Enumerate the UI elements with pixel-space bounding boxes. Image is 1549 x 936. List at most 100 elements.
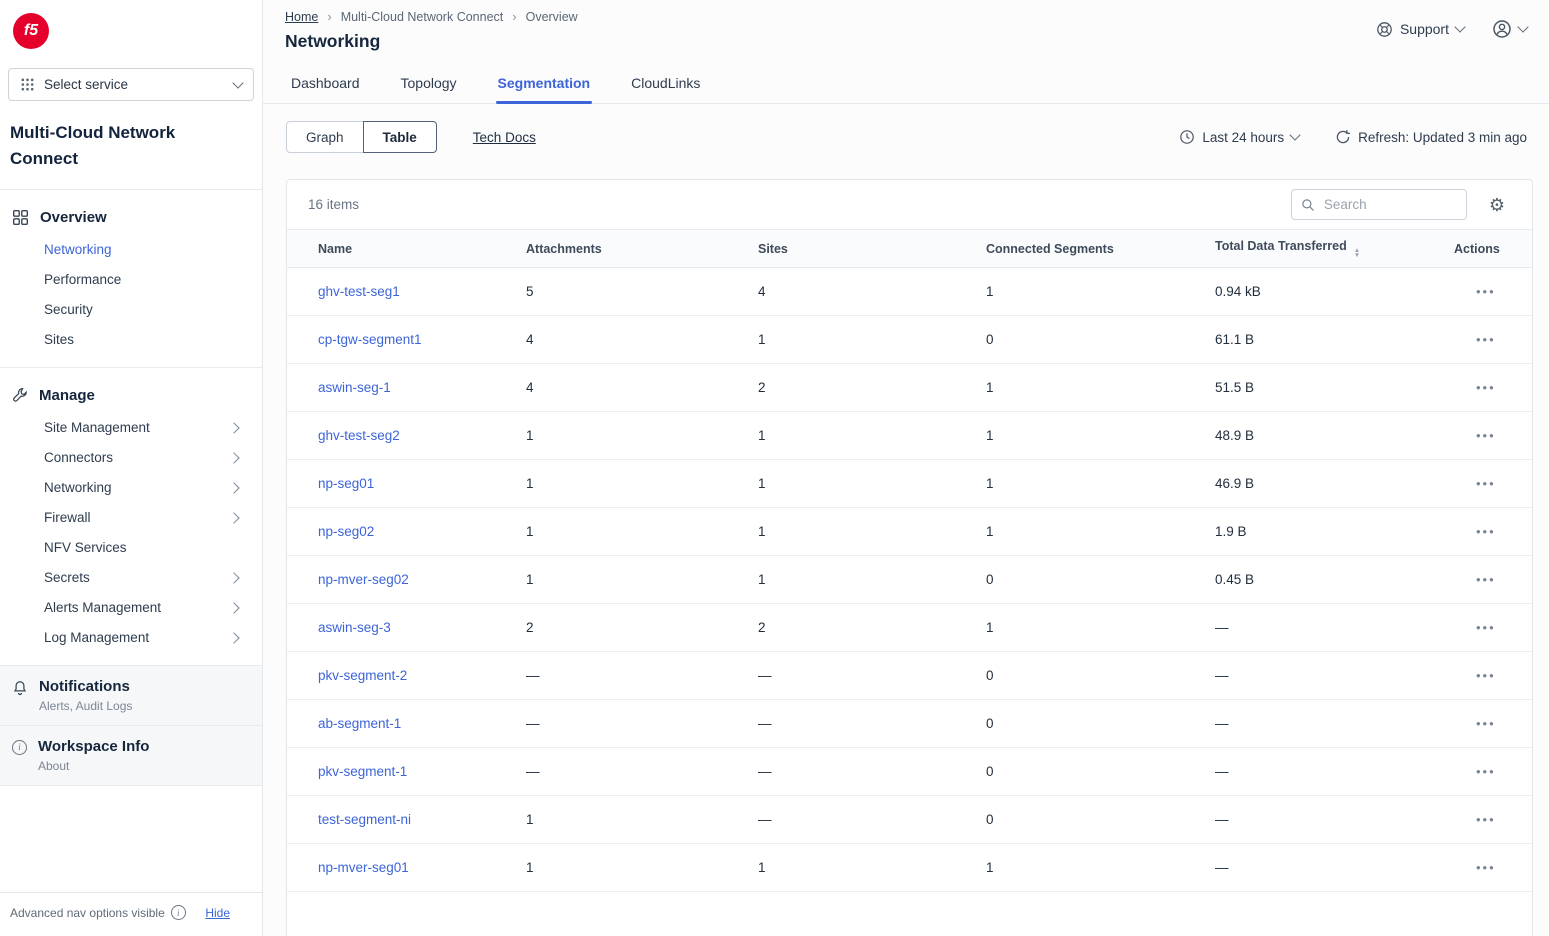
sidebar-item-overview[interactable]: Overview [0,198,262,235]
table-row: pkv-segment-1 — — 0 — ••• [287,748,1532,796]
sidebar-item-nfv-services[interactable]: NFV Services [0,533,262,563]
tab-segmentation[interactable]: Segmentation [496,65,593,103]
total-data-cell: — [1215,652,1454,700]
breadcrumb-item-home[interactable]: Home [285,10,318,24]
column-header-label: Connected Segments [986,242,1114,256]
view-toggle-graph[interactable]: Graph [286,121,364,153]
search-input[interactable] [1322,196,1457,213]
row-actions-button[interactable]: ••• [1476,428,1496,443]
row-actions-button[interactable]: ••• [1476,812,1496,827]
bell-icon [12,680,28,696]
attachments-cell: — [526,700,758,748]
attachments-cell: 1 [526,844,758,892]
sidebar-item-security[interactable]: Security [0,295,262,325]
total-data-cell: — [1215,844,1454,892]
account-menu[interactable] [1492,19,1527,39]
segment-name-link[interactable]: np-seg01 [318,476,374,491]
table-row: ab-segment-1 — — 0 — ••• [287,700,1532,748]
table-row: test-segment-ni 1 — 0 — ••• [287,796,1532,844]
search-icon [1301,198,1315,212]
sidebar-item-manage[interactable]: Manage [0,376,262,413]
row-actions-button[interactable]: ••• [1476,860,1496,875]
tab-dashboard[interactable]: Dashboard [289,65,362,103]
row-actions-button[interactable]: ••• [1476,764,1496,779]
segment-name-link[interactable]: pkv-segment-2 [318,668,407,683]
main-header: Home›Multi-Cloud Network Connect›Overvie… [263,0,1549,52]
connected-segments-cell: 1 [986,412,1215,460]
attachments-cell: — [526,748,758,796]
column-header-sites: Sites [758,230,986,268]
row-actions-button[interactable]: ••• [1476,620,1496,635]
sidebar-item-workspace-info[interactable]: i Workspace Info About [0,726,262,786]
breadcrumb-item-multi-cloud-network-connect[interactable]: Multi-Cloud Network Connect [341,10,504,24]
sidebar-item-connectors[interactable]: Connectors [0,443,262,473]
sidebar-item-networking[interactable]: Networking [0,235,262,265]
attachments-cell: 1 [526,796,758,844]
sidebar: f5 Select service Multi-Cloud Network Co… [0,0,263,936]
row-actions-button[interactable]: ••• [1476,380,1496,395]
row-actions-button[interactable]: ••• [1476,524,1496,539]
table-row: ghv-test-seg1 5 4 1 0.94 kB ••• [287,268,1532,316]
row-actions-button[interactable]: ••• [1476,572,1496,587]
gear-icon[interactable]: ⚙ [1489,196,1505,214]
connected-segments-cell: 1 [986,268,1215,316]
sidebar-item-label: Alerts Management [44,600,161,615]
sites-cell: 4 [758,268,986,316]
sidebar-item-alerts-management[interactable]: Alerts Management [0,593,262,623]
sidebar-item-firewall[interactable]: Firewall [0,503,262,533]
view-toggle-table[interactable]: Table [363,121,437,153]
connected-segments-cell: 0 [986,796,1215,844]
row-actions-button[interactable]: ••• [1476,716,1496,731]
segment-name-link[interactable]: np-mver-seg02 [318,572,409,587]
items-count: 16 items [308,197,359,212]
row-actions-button[interactable]: ••• [1476,668,1496,683]
column-header-total-data-transferred[interactable]: Total Data Transferred▲▼ [1215,230,1454,268]
row-actions-button[interactable]: ••• [1476,476,1496,491]
grid-icon [20,77,35,92]
manage-section: Manage Site ManagementConnectors Networki… [0,368,262,666]
attachments-cell: 1 [526,556,758,604]
sidebar-item-performance[interactable]: Performance [0,265,262,295]
toolbar: GraphTable Tech Docs Last 24 hours [286,121,1527,153]
refresh-label: Refresh: Updated 3 min ago [1358,130,1527,145]
sidebar-item-secrets[interactable]: Secrets [0,563,262,593]
refresh-control[interactable]: Refresh: Updated 3 min ago [1335,129,1527,145]
main-content: Home›Multi-Cloud Network Connect›Overvie… [263,0,1549,936]
row-actions-button[interactable]: ••• [1476,332,1496,347]
chevron-down-icon [232,77,243,88]
sidebar-item-notifications[interactable]: Notifications Alerts, Audit Logs [0,666,262,726]
sidebar-item-networking[interactable]: Networking [0,473,262,503]
sidebar-item-label: Networking [44,480,112,495]
segment-name-link[interactable]: pkv-segment-1 [318,764,407,779]
tab-cloudlinks[interactable]: CloudLinks [629,65,702,103]
segment-name-link[interactable]: ab-segment-1 [318,716,401,731]
service-selector[interactable]: Select service [8,68,254,101]
support-menu[interactable]: Support [1376,21,1464,38]
row-actions-button[interactable]: ••• [1476,284,1496,299]
sidebar-item-sites[interactable]: Sites [0,325,262,355]
sidebar-item-site-management[interactable]: Site Management [0,413,262,443]
segment-name-link[interactable]: ghv-test-seg2 [318,428,400,443]
connected-segments-cell: 1 [986,460,1215,508]
segment-name-link[interactable]: test-segment-ni [318,812,411,827]
table-row: aswin-seg-1 4 2 1 51.5 B ••• [287,364,1532,412]
breadcrumb-separator: › [512,9,516,24]
account-icon [1492,19,1512,39]
segment-name-link[interactable]: aswin-seg-3 [318,620,391,635]
chevron-right-icon [228,452,239,463]
segment-name-link[interactable]: aswin-seg-1 [318,380,391,395]
tab-topology[interactable]: Topology [399,65,459,103]
sort-icon[interactable]: ▲▼ [1354,248,1360,259]
column-header-attachments: Attachments [526,230,758,268]
total-data-cell: 61.1 B [1215,316,1454,364]
segment-name-link[interactable]: cp-tgw-segment1 [318,332,422,347]
segment-name-link[interactable]: np-seg02 [318,524,374,539]
tech-docs-link[interactable]: Tech Docs [473,130,536,145]
segment-name-link[interactable]: np-mver-seg01 [318,860,409,875]
time-range-selector[interactable]: Last 24 hours [1179,129,1299,145]
sidebar-item-log-management[interactable]: Log Management [0,623,262,653]
segment-name-link[interactable]: ghv-test-seg1 [318,284,400,299]
hide-link[interactable]: Hide [205,906,230,920]
total-data-cell: — [1215,604,1454,652]
total-data-cell: — [1215,796,1454,844]
